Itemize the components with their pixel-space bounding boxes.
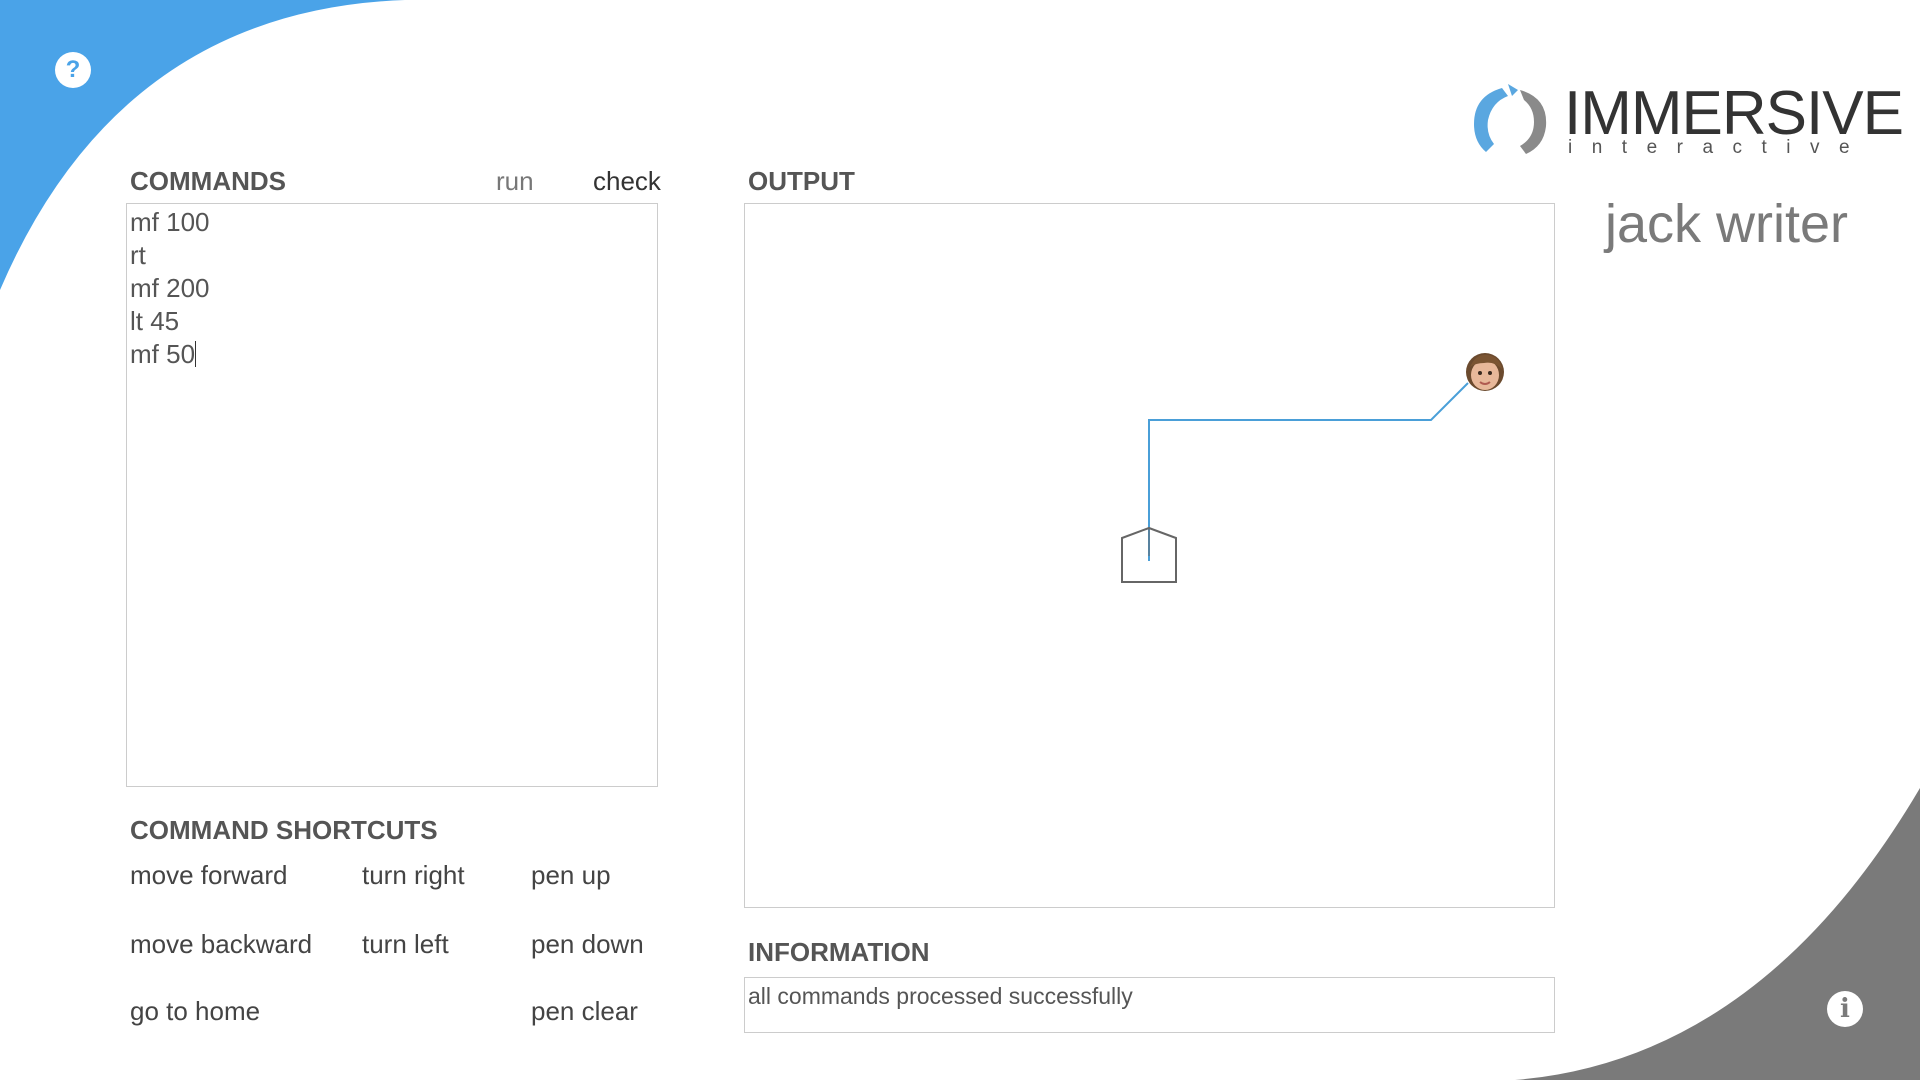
pen-clear-button[interactable]: pen clear [531,996,638,1026]
command-line: lt 45 [130,306,180,336]
command-line-current: mf 50 [130,338,654,371]
check-button[interactable]: check [593,166,661,196]
pen-up-button[interactable]: pen up [531,860,611,890]
help-button[interactable]: ? [55,52,91,88]
pen-down-button[interactable]: pen down [531,929,644,959]
command-line: mf 200 [130,273,210,303]
run-button[interactable]: run [496,166,534,196]
go-to-home-button[interactable]: go to home [130,996,260,1026]
pen-path [1148,382,1469,561]
information-box: all commands processed successfully [744,977,1555,1033]
information-title: INFORMATION [748,937,930,967]
information-message: all commands processed successfully [748,983,1133,1009]
move-forward-button[interactable]: move forward [130,860,288,890]
command-line: rt [130,240,146,270]
logo-mark-icon [1474,84,1547,154]
move-backward-button[interactable]: move backward [130,929,312,959]
turn-right-button[interactable]: turn right [362,860,465,890]
turn-left-button[interactable]: turn left [362,929,449,959]
help-icon: ? [65,56,81,83]
face-avatar [1466,353,1504,391]
bottom-right-gray-corner [1515,788,1920,1080]
immersive-logo: IMMERSIVE interactive [1468,80,1904,160]
info-button[interactable]: i [1827,991,1863,1027]
commands-title: COMMANDS [130,166,286,196]
shortcuts-title: COMMAND SHORTCUTS [130,815,438,845]
text-caret [195,341,197,367]
info-icon: i [1840,994,1850,1024]
command-line: mf 100 [130,207,210,237]
commands-editor[interactable]: mf 100 rt mf 200 lt 45 mf 50 [126,203,658,787]
logo-subtitle: interactive [1568,137,1870,158]
output-canvas [744,203,1555,908]
app-title: jack writer [1604,194,1848,254]
output-title: OUTPUT [748,166,855,196]
command-line-text: mf 50 [130,339,196,369]
drawing-area [1121,382,1469,583]
